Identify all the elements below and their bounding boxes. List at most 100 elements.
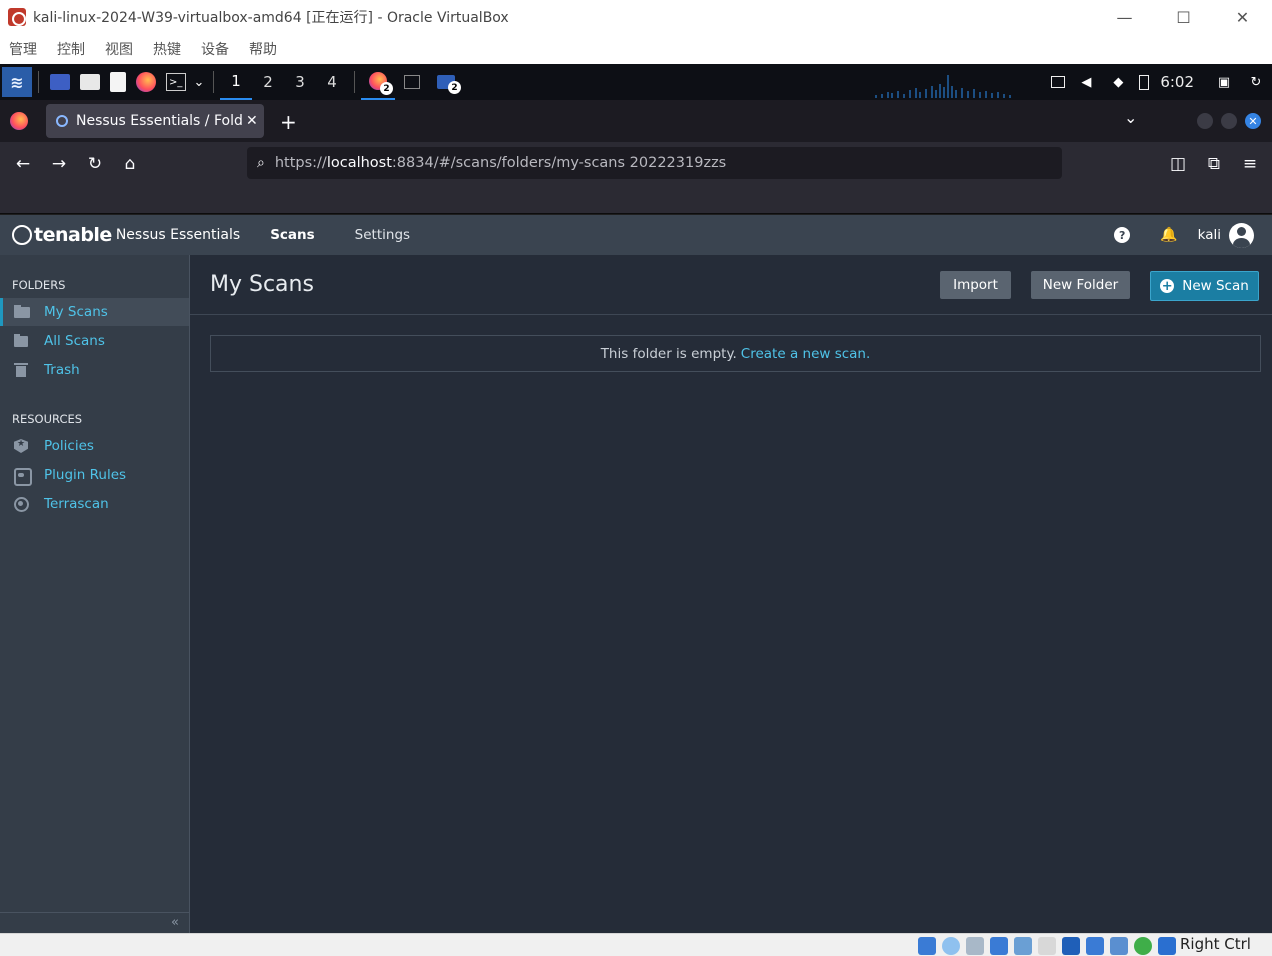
forward-button[interactable]: →: [47, 152, 71, 176]
cpu-graph: [875, 75, 1011, 98]
main-content: My Scans Import New Folder + New Scan Th…: [190, 255, 1272, 933]
taskbar-terminal[interactable]: [395, 64, 429, 100]
audio-icon[interactable]: [966, 937, 984, 955]
minimize-button[interactable]: —: [1095, 0, 1154, 34]
url-path: :8834/#/scans/folders/my-scans 20222319z…: [391, 155, 727, 171]
app-menu-icon[interactable]: ≡: [1238, 152, 1262, 176]
battery-icon[interactable]: [1139, 74, 1150, 90]
menu-view[interactable]: 视图: [105, 39, 133, 59]
mouse-integration-icon[interactable]: [1134, 937, 1152, 955]
sidebar-item-all-scans[interactable]: All Scans: [0, 327, 189, 355]
policy-icon: [14, 439, 30, 453]
new-scan-button[interactable]: + New Scan: [1150, 271, 1259, 301]
workspace-2[interactable]: 2: [252, 64, 284, 100]
sidebar-item-trash[interactable]: Trash: [0, 356, 189, 384]
optical-drive-icon[interactable]: [942, 937, 960, 955]
network-icon[interactable]: [1051, 76, 1066, 88]
notification-bell-icon[interactable]: ◆: [1107, 71, 1129, 93]
tab-nessus[interactable]: Nessus Essentials / Folders / View ✕: [46, 104, 264, 138]
menu-devices[interactable]: 设备: [201, 39, 229, 59]
search-icon: ⌕: [257, 155, 265, 171]
sidebar-item-plugin-rules[interactable]: Plugin Rules: [0, 461, 189, 489]
tenable-logo-mark: [12, 225, 32, 245]
collapse-sidebar-button[interactable]: «: [0, 912, 189, 933]
firefox-task-icon: 2: [369, 72, 393, 95]
sidebar-item-my-scans[interactable]: My Scans: [0, 298, 189, 326]
kali-menu-icon[interactable]: ≋: [2, 67, 32, 97]
sidebar-item-label: All Scans: [44, 333, 105, 349]
create-scan-link[interactable]: Create a new scan: [741, 346, 866, 362]
lock-screen-icon[interactable]: ▣: [1213, 71, 1235, 93]
menu-help[interactable]: 帮助: [249, 39, 277, 59]
text-editor-icon[interactable]: [110, 72, 126, 92]
avatar[interactable]: [1229, 222, 1254, 248]
sidebar-item-policies[interactable]: Policies: [0, 432, 189, 460]
menu-hotkeys[interactable]: 热键: [153, 39, 181, 59]
keyboard-capture-icon[interactable]: [1158, 937, 1176, 955]
cpu-virtualization-icon[interactable]: [1110, 937, 1128, 955]
recording-icon[interactable]: [1086, 937, 1104, 955]
folder-task-icon: 2: [437, 75, 461, 94]
sidebar: FOLDERS My Scans All Scans Trash RESOURC…: [0, 255, 190, 933]
menu-manage[interactable]: 管理: [9, 39, 37, 59]
hard-disk-icon[interactable]: [918, 937, 936, 955]
workspace-1[interactable]: 1: [220, 64, 252, 100]
firefox-launcher-icon[interactable]: [136, 72, 156, 92]
back-button[interactable]: ←: [11, 152, 35, 176]
shared-folders-icon[interactable]: [1038, 937, 1056, 955]
sidebar-item-label: My Scans: [44, 304, 108, 320]
extensions-icon[interactable]: ⧉: [1202, 152, 1226, 176]
plus-icon: +: [1160, 278, 1175, 294]
usb-icon[interactable]: [1014, 937, 1032, 955]
taskbar-files[interactable]: 2: [429, 64, 463, 100]
taskbar-firefox[interactable]: 2: [361, 64, 395, 100]
folder-icon: [14, 334, 30, 348]
workspace-3[interactable]: 3: [284, 64, 316, 100]
sidebar-item-terrascan[interactable]: Terrascan: [0, 490, 189, 518]
terminal-task-icon: [404, 75, 420, 89]
panel-clock[interactable]: 6:02: [1160, 73, 1194, 91]
url-text[interactable]: https://localhost:8834/#/scans/folders/m…: [275, 155, 726, 171]
new-folder-button[interactable]: New Folder: [1031, 271, 1130, 299]
nav-scans[interactable]: Scans: [270, 227, 314, 243]
close-window-button[interactable]: ✕: [1245, 113, 1261, 129]
new-tab-button[interactable]: +: [280, 110, 297, 134]
minimize-window-button[interactable]: [1197, 113, 1213, 129]
show-desktop-icon[interactable]: [50, 74, 70, 90]
username[interactable]: kali: [1198, 227, 1221, 243]
reload-button[interactable]: ↻: [83, 152, 107, 176]
network-adapter-icon[interactable]: [990, 937, 1008, 955]
volume-icon[interactable]: ◀: [1075, 71, 1097, 93]
device-status-icons: [918, 937, 1182, 955]
list-all-tabs-button[interactable]: ⌄: [1124, 108, 1137, 127]
menu-control[interactable]: 控制: [57, 39, 85, 59]
close-button[interactable]: ✕: [1213, 0, 1272, 34]
url-host: localhost: [326, 155, 392, 171]
chevron-down-icon[interactable]: ⌄: [193, 71, 205, 93]
new-scan-label: New Scan: [1182, 278, 1249, 294]
pocket-icon[interactable]: ◫: [1166, 152, 1190, 176]
workspace-4[interactable]: 4: [316, 64, 348, 100]
tenable-logo[interactable]: tenable Nessus Essentials: [12, 224, 240, 246]
maximize-button[interactable]: ☐: [1154, 0, 1213, 34]
url-bar[interactable]: ⌕ https://localhost:8834/#/scans/folders…: [247, 147, 1062, 179]
resources-heading: RESOURCES: [12, 412, 83, 426]
vbox-menubar: 管理 控制 视图 热键 设备 帮助: [0, 34, 1272, 64]
notifications-icon[interactable]: 🔔: [1160, 227, 1177, 243]
home-button[interactable]: ⌂: [118, 152, 142, 176]
file-manager-icon[interactable]: [80, 74, 100, 90]
import-button[interactable]: Import: [940, 271, 1011, 299]
firefox-view-icon[interactable]: [10, 112, 28, 130]
panel-separator: [38, 71, 39, 93]
window-controls: — ☐ ✕: [1095, 0, 1272, 34]
nav-settings[interactable]: Settings: [355, 227, 410, 243]
empty-period: .: [866, 345, 871, 362]
sidebar-item-label: Plugin Rules: [44, 467, 127, 483]
virtualbox-app-icon: [8, 8, 26, 26]
logout-icon[interactable]: ↻: [1245, 71, 1267, 93]
maximize-window-button[interactable]: [1221, 113, 1237, 129]
display-icon[interactable]: [1062, 937, 1080, 955]
tab-close-icon[interactable]: ✕: [246, 113, 258, 129]
terminal-launcher-icon[interactable]: >_: [166, 73, 186, 91]
help-icon[interactable]: ?: [1114, 227, 1131, 243]
